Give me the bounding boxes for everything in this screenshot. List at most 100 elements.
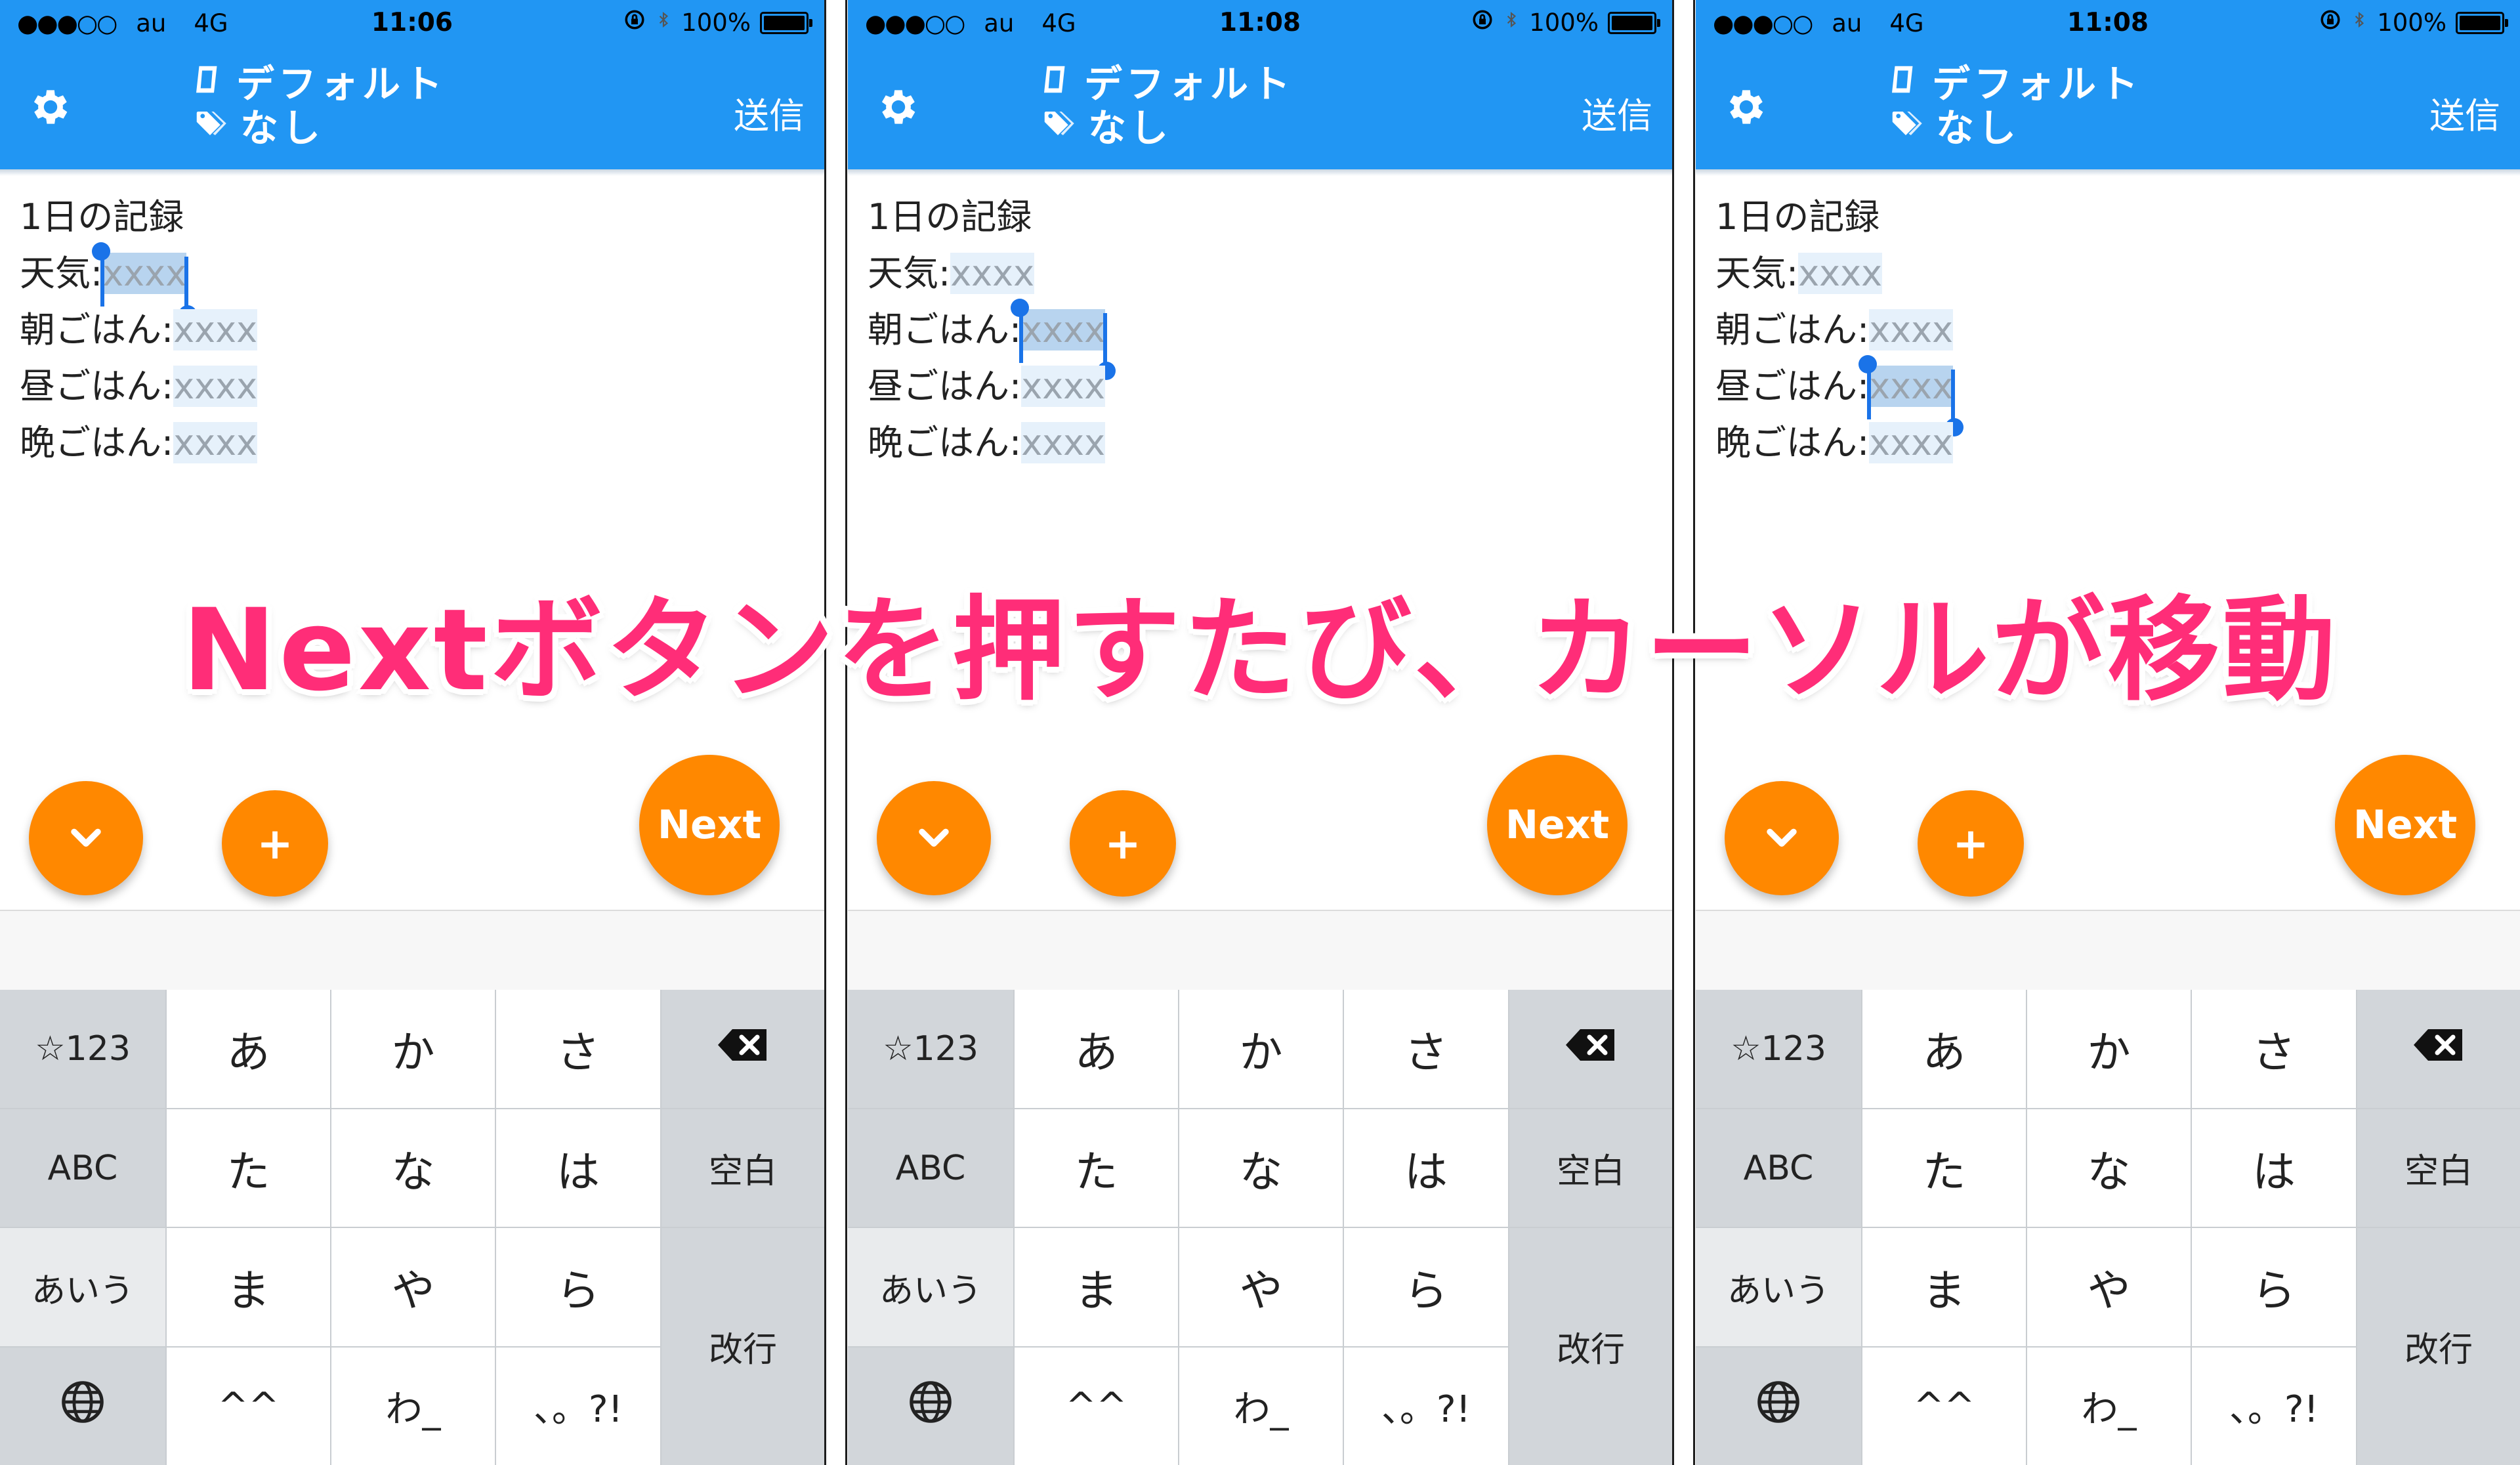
field-placeholder[interactable]: xxxx [173,366,258,407]
selection-start-handle[interactable] [1019,313,1024,363]
notebook-selector[interactable]: デフォルト なし [1886,62,2142,150]
key-char[interactable]: ら [1344,1228,1508,1346]
field-placeholder[interactable]: xxxx [950,253,1035,294]
key-char[interactable]: わ_ [2027,1348,2191,1465]
key-char[interactable]: ^^ [167,1348,330,1465]
key-char[interactable]: た [1015,1109,1178,1227]
selection-start-handle[interactable] [100,257,105,307]
key-mode-1[interactable]: ABC [848,1109,1013,1227]
key-mode-2[interactable]: あいう [848,1228,1013,1346]
key-char[interactable]: さ [1344,990,1508,1108]
key-mode-1[interactable]: ABC [1696,1109,1861,1227]
send-button[interactable]: 送信 [1582,87,1652,138]
selection-end-handle[interactable] [184,257,189,307]
notebook-selector[interactable]: デフォルト なし [190,62,446,150]
key-char[interactable]: か [331,990,495,1108]
field-placeholder[interactable]: xxxx [1869,422,1954,463]
key-char[interactable]: ま [1862,1228,2026,1346]
backspace-key[interactable] [662,990,824,1108]
key-char[interactable]: や [2027,1228,2191,1346]
field-placeholder[interactable]: xxxx [1869,309,1954,350]
note-editor[interactable]: 1日の記録 天気:xxxx 朝ごはん:xxxx 昼ごはん:xxxx 晩ごはん:xxxx [1715,189,1964,471]
key-char[interactable]: か [1179,990,1343,1108]
key-char[interactable]: ^^ [1015,1348,1178,1465]
note-editor[interactable]: 1日の記録 天気:xxxx 朝ごはん:xxxx 昼ごはん:xxxx 晩ごはん:xxxx [868,189,1116,471]
field-placeholder[interactable]: xxxx [173,309,258,350]
field-label: 昼ごはん: [1715,366,1870,407]
selection-start-dot[interactable] [1011,299,1030,317]
key-char[interactable]: は [1344,1109,1508,1227]
key-char[interactable]: な [2027,1109,2191,1227]
key-globe[interactable] [0,1348,165,1465]
key-char[interactable]: な [331,1109,495,1227]
collapse-button[interactable] [877,781,991,895]
field-placeholder[interactable]: xxxx [1798,253,1883,294]
selected-placeholder[interactable]: xxxx [1011,299,1116,380]
note-editor[interactable]: 1日の記録 天気:xxxx 朝ごはん:xxxx 昼ごはん:xxxx 晩ごはん:xxxx [20,189,258,471]
key-char[interactable]: た [1862,1109,2026,1227]
backspace-key[interactable] [1509,990,1672,1108]
return-key[interactable]: 改行 [662,1228,824,1465]
field-placeholder[interactable]: xxxx [1021,422,1106,463]
key-char[interactable]: あ [167,990,330,1108]
next-button[interactable]: Next [639,755,780,895]
notebook-selector[interactable]: デフォルト なし [1038,62,1294,150]
gear-icon[interactable] [875,84,921,130]
collapse-button[interactable] [29,781,143,895]
key-char[interactable]: は [2192,1109,2356,1227]
gear-icon[interactable] [28,84,74,130]
key-mode-2[interactable]: あいう [1696,1228,1861,1346]
selected-placeholder[interactable]: xxxx [1858,355,1964,436]
return-key[interactable]: 改行 [2357,1228,2520,1465]
selection-start-dot[interactable] [92,242,111,261]
key-char[interactable]: あ [1862,990,2026,1108]
key-char[interactable]: あ [1015,990,1178,1108]
space-key[interactable]: 空白 [2357,1109,2520,1227]
field-placeholder[interactable]: xxxx [1021,366,1106,407]
selected-placeholder[interactable]: xxxx [92,242,198,324]
key-char[interactable]: ま [1015,1228,1178,1346]
key-globe[interactable] [848,1348,1013,1465]
key-char[interactable]: わ_ [1179,1348,1343,1465]
key-char[interactable]: ま [167,1228,330,1346]
key-mode-1[interactable]: ABC [0,1109,165,1227]
key-char[interactable]: わ_ [331,1348,495,1465]
add-button[interactable]: + [1918,790,2024,897]
key-char[interactable]: や [331,1228,495,1346]
key-mode-2[interactable]: あいう [0,1228,165,1346]
key-char[interactable]: 、。?! [2192,1348,2356,1465]
space-key[interactable]: 空白 [662,1109,824,1227]
return-key[interactable]: 改行 [1509,1228,1672,1465]
key-mode-0[interactable]: ☆123 [1696,990,1861,1108]
key-char[interactable]: ら [496,1228,660,1346]
next-button[interactable]: Next [2335,755,2475,895]
key-char[interactable]: さ [2192,990,2356,1108]
backspace-key[interactable] [2357,990,2520,1108]
key-mode-0[interactable]: ☆123 [848,990,1013,1108]
key-char[interactable]: か [2027,990,2191,1108]
send-button[interactable]: 送信 [734,87,805,138]
collapse-button[interactable] [1725,781,1839,895]
send-button[interactable]: 送信 [2429,87,2500,138]
gear-icon[interactable] [1723,84,1769,130]
key-char[interactable]: ら [2192,1228,2356,1346]
key-char[interactable]: 、。?! [1344,1348,1508,1465]
next-button[interactable]: Next [1487,755,1628,895]
key-char[interactable]: さ [496,990,660,1108]
selection-start-handle[interactable] [1867,370,1872,419]
selection-start-dot[interactable] [1858,355,1878,373]
key-globe[interactable] [1696,1348,1861,1465]
add-button[interactable]: + [222,790,328,897]
key-char[interactable]: な [1179,1109,1343,1227]
space-key[interactable]: 空白 [1509,1109,1672,1227]
add-button[interactable]: + [1070,790,1176,897]
key-char[interactable]: や [1179,1228,1343,1346]
selection-end-handle[interactable] [1103,313,1108,363]
key-char[interactable]: た [167,1109,330,1227]
key-char[interactable]: 、。?! [496,1348,660,1465]
key-mode-0[interactable]: ☆123 [0,990,165,1108]
field-placeholder[interactable]: xxxx [173,422,258,463]
key-char[interactable]: ^^ [1862,1348,2026,1465]
selection-end-handle[interactable] [1951,370,1956,419]
key-char[interactable]: は [496,1109,660,1227]
